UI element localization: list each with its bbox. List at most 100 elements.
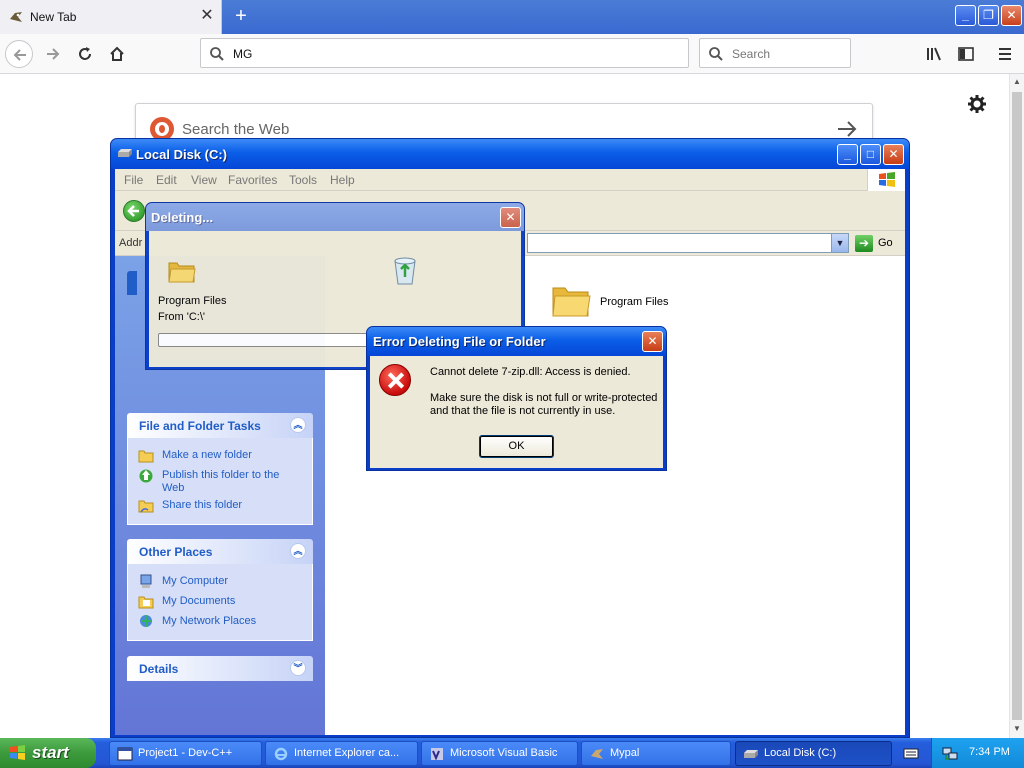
network-places-icon (140, 615, 152, 627)
address-field[interactable]: ▼ (527, 233, 849, 253)
file-folder-tasks-title: File and Folder Tasks (139, 419, 261, 433)
deleting-close-button[interactable]: ✕ (500, 207, 521, 228)
taskbar-item-local-disk[interactable]: Local Disk (C:) (735, 741, 892, 766)
menu-edit[interactable]: Edit (156, 173, 177, 187)
folder-name: Program Files (600, 296, 669, 308)
menu-view[interactable]: View (191, 173, 217, 187)
explorer-close-button[interactable]: ✕ (883, 144, 904, 165)
my-network-places-link[interactable]: My Network Places (128, 612, 312, 632)
deleting-from-path: From 'C:\' (158, 311, 205, 323)
deleting-title-bar[interactable]: Deleting... ✕ (146, 203, 524, 231)
menu-file[interactable]: File (124, 173, 143, 187)
go-arrow-icon: ➔ (855, 235, 873, 252)
scrollbar-thumb[interactable] (1012, 92, 1022, 720)
back-button[interactable] (5, 40, 33, 68)
start-button[interactable]: start (0, 738, 96, 768)
start-label: start (32, 743, 69, 762)
address-dropdown-icon[interactable]: ▼ (831, 234, 848, 252)
menu-favorites[interactable]: Favorites (228, 173, 277, 187)
taskbar: start Project1 - Dev-C++ Internet Explor… (0, 738, 1024, 768)
new-folder-icon (138, 450, 154, 463)
error-close-button[interactable]: ✕ (642, 331, 663, 352)
page-scrollbar[interactable]: ▲ ▼ (1009, 74, 1024, 738)
taskbar-item-devcpp[interactable]: Project1 - Dev-C++ (109, 741, 262, 766)
taskbar-item-mypal[interactable]: Mypal (581, 741, 731, 766)
explorer-title-bar[interactable]: Local Disk (C:) _ □ ✕ (111, 139, 909, 169)
drive-icon (118, 149, 132, 157)
go-button[interactable]: ➔ Go (855, 234, 899, 253)
explorer-maximize-button[interactable]: □ (860, 144, 881, 165)
error-title: Error Deleting File or Folder (373, 334, 546, 349)
library-icon[interactable] (925, 45, 943, 63)
link-label: My Documents (162, 595, 236, 607)
tab-title: New Tab (30, 10, 77, 24)
deleting-item-name: Program Files (158, 295, 227, 307)
url-bar[interactable]: MG (200, 38, 689, 68)
make-new-folder-link[interactable]: Make a new folder (128, 446, 312, 466)
file-folder-tasks-body: Make a new folder Publish this folder to… (127, 438, 313, 525)
folder-icon (552, 287, 591, 317)
search-bar[interactable]: Search (699, 38, 851, 68)
forward-button[interactable] (39, 40, 67, 68)
scroll-down-icon[interactable]: ▼ (1013, 724, 1021, 733)
details-title: Details (139, 662, 179, 676)
newtab-settings-gear-icon[interactable] (967, 94, 987, 114)
explorer-back-button[interactable] (123, 200, 145, 222)
back-arrow-icon (13, 49, 26, 61)
publish-folder-link[interactable]: Publish this folder to the Web (128, 466, 312, 496)
network-tray-icon[interactable] (942, 745, 958, 761)
browser-navbar: MG Search (0, 34, 1024, 74)
search-icon (210, 47, 224, 61)
minimize-browser-button[interactable]: _ (955, 5, 976, 26)
taskbar-label: Local Disk (C:) (764, 747, 837, 759)
collapse-chevron-icon[interactable]: ︽ (290, 543, 306, 559)
back-arrow-icon (127, 205, 139, 217)
taskbar-label: Microsoft Visual Basic (450, 747, 558, 759)
ok-button[interactable]: OK (479, 435, 554, 458)
taskbar-item-visual-basic[interactable]: Microsoft Visual Basic (421, 741, 578, 766)
mypal-favicon-icon (10, 12, 22, 22)
explorer-minimize-button[interactable]: _ (837, 144, 858, 165)
deleting-title: Deleting... (151, 210, 214, 225)
other-places-body: My Computer My Documents My Network Plac… (127, 564, 313, 641)
windows-logo-icon (10, 745, 25, 760)
error-title-bar[interactable]: Error Deleting File or Folder ✕ (367, 327, 666, 356)
file-folder-tasks-panel: File and Folder Tasks ︽ Make a new folde… (127, 413, 313, 525)
address-label: Addr (119, 237, 143, 249)
forward-arrow-icon (47, 48, 60, 60)
error-x-icon (379, 364, 411, 396)
scroll-up-icon[interactable]: ▲ (1013, 77, 1021, 86)
search-go-arrow-icon[interactable] (836, 119, 858, 139)
other-places-header[interactable]: Other Places ︽ (127, 539, 313, 564)
details-header[interactable]: Details ︾ (127, 656, 313, 681)
my-computer-icon (140, 574, 152, 588)
close-browser-button[interactable]: ✕ (1001, 5, 1022, 26)
my-documents-link[interactable]: My Documents (128, 592, 312, 612)
error-dialog: Error Deleting File or Folder ✕ Cannot d… (366, 326, 667, 471)
my-documents-icon (138, 596, 154, 609)
keyboard-layout-icon[interactable] (903, 746, 919, 760)
search-bar-placeholder: Search (732, 47, 771, 61)
url-bar-value: MG (233, 47, 253, 61)
hamburger-menu-icon[interactable] (996, 45, 1014, 63)
publish-web-icon (139, 469, 153, 483)
clock[interactable]: 7:34 PM (969, 746, 1010, 758)
restore-browser-button[interactable]: ❐ (978, 5, 999, 26)
share-folder-link[interactable]: Share this folder (128, 496, 312, 516)
error-body: Cannot delete 7-zip.dll: Access is denie… (370, 356, 663, 468)
visual-basic-icon (431, 748, 443, 761)
file-folder-tasks-header[interactable]: File and Folder Tasks ︽ (127, 413, 313, 438)
new-tab-plus-icon[interactable]: + (230, 5, 252, 27)
expand-chevron-icon[interactable]: ︾ (290, 660, 306, 676)
reload-button[interactable] (71, 40, 99, 68)
home-button[interactable] (103, 40, 131, 68)
taskbar-item-internet-explorer[interactable]: Internet Explorer ca... (265, 741, 418, 766)
collapse-chevron-icon[interactable]: ︽ (290, 417, 306, 433)
sidebar-icon[interactable] (957, 45, 975, 63)
my-computer-link[interactable]: My Computer (128, 572, 312, 592)
menu-tools[interactable]: Tools (289, 173, 317, 187)
menu-help[interactable]: Help (330, 173, 355, 187)
other-places-title: Other Places (139, 545, 213, 559)
close-tab-icon[interactable]: ✕ (199, 8, 215, 24)
tab-new-tab[interactable]: New Tab ✕ (0, 0, 222, 34)
